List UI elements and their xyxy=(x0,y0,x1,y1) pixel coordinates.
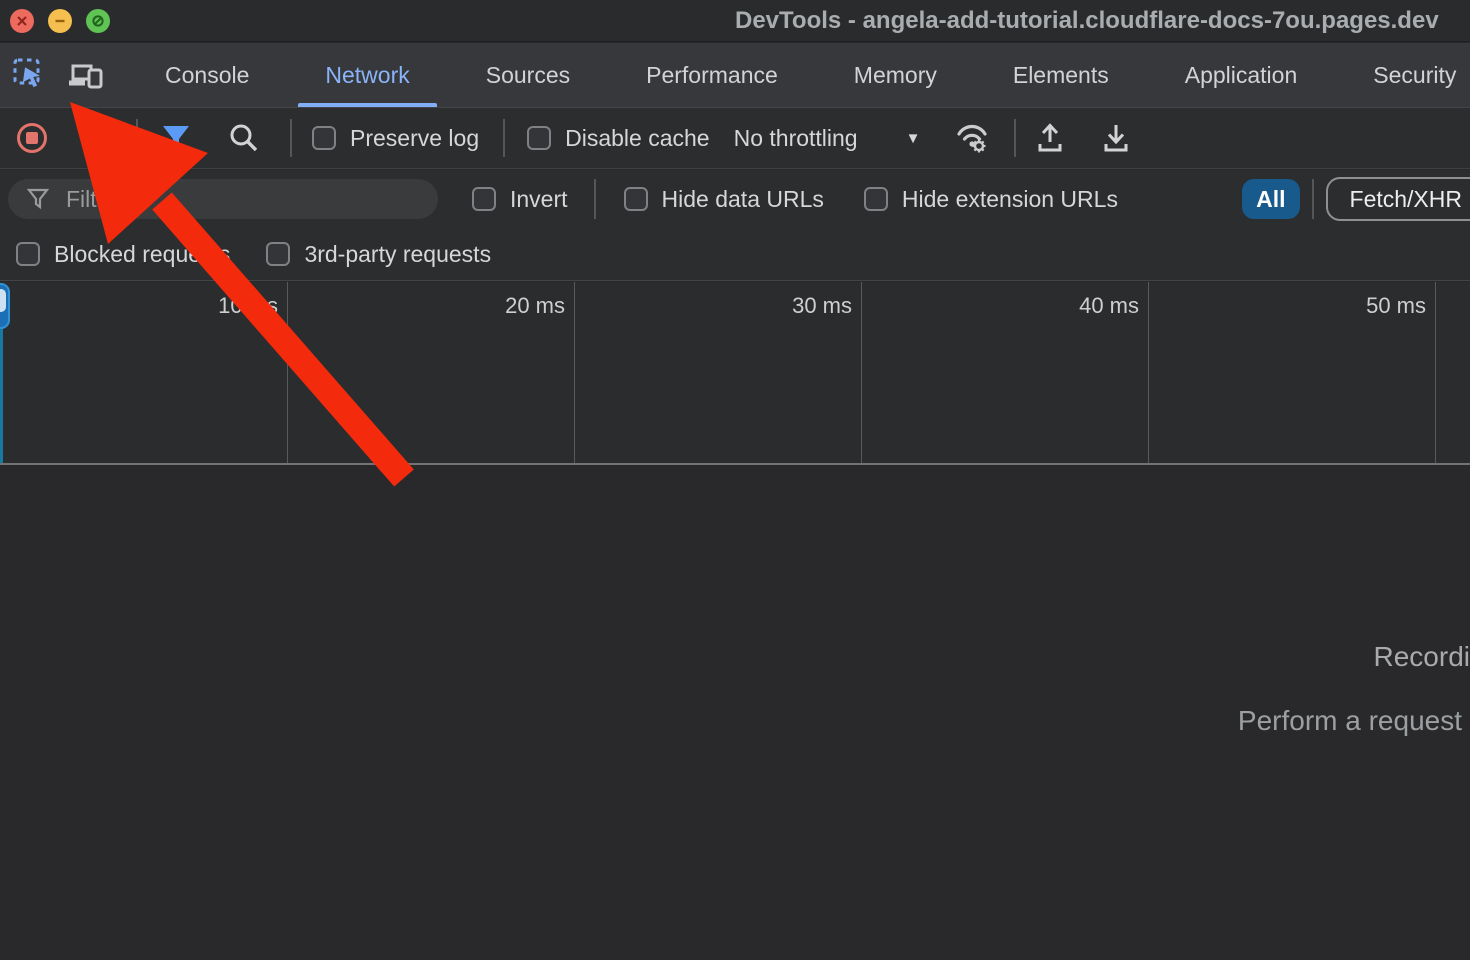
titlebar: DevTools - angela-add-tutorial.cloudflar… xyxy=(0,0,1470,42)
timeline-tick-50ms: 50 ms xyxy=(1366,293,1426,319)
window-title: DevTools - angela-add-tutorial.cloudflar… xyxy=(735,7,1439,35)
clear-icon[interactable] xyxy=(72,116,116,160)
toolbar-separator xyxy=(290,119,292,157)
funnel-outline-icon xyxy=(26,187,50,211)
timeline-divider xyxy=(1148,282,1149,463)
network-toolbar: Preserve log Disable cache No throttling… xyxy=(0,108,1470,169)
preserve-log-checkbox[interactable] xyxy=(312,126,336,150)
timeline-tick-30ms: 30 ms xyxy=(792,293,852,319)
network-overview-timeline[interactable]: 10 ms 20 ms 30 ms 40 ms 50 ms xyxy=(0,282,1470,465)
timeline-divider xyxy=(287,282,288,463)
toolbar-separator xyxy=(136,119,138,157)
timeline-drag-handle[interactable] xyxy=(0,283,10,329)
toolbar-separator xyxy=(594,179,596,219)
inspect-element-icon[interactable] xyxy=(12,53,48,97)
tab-security[interactable]: Security xyxy=(1338,43,1470,107)
timeline-tick-40ms: 40 ms xyxy=(1079,293,1139,319)
traffic-lights xyxy=(10,9,110,33)
export-har-icon[interactable] xyxy=(1094,116,1138,160)
hide-data-urls-label: Hide data URLs xyxy=(662,186,824,213)
chevron-down-icon: ▼ xyxy=(906,130,921,147)
tab-performance[interactable]: Performance xyxy=(611,43,813,107)
search-icon[interactable] xyxy=(222,116,266,160)
filter-all-label: All xyxy=(1256,186,1285,213)
zoom-icon[interactable] xyxy=(86,9,110,33)
filter-all-button[interactable]: All xyxy=(1242,179,1299,219)
filter-fetch-xhr-label: Fetch/XHR xyxy=(1350,186,1462,213)
toolbar-separator xyxy=(503,119,505,157)
third-party-requests-label: 3rd-party requests xyxy=(304,241,491,268)
preserve-log-label: Preserve log xyxy=(350,125,479,152)
disable-cache-label: Disable cache xyxy=(565,125,709,152)
panel-tabs: Console Network Sources Performance Memo… xyxy=(130,43,1470,107)
filter-funnel-icon[interactable] xyxy=(154,116,198,160)
hide-data-urls-checkbox[interactable] xyxy=(624,187,648,211)
timeline-divider xyxy=(574,282,575,463)
devtools-tabbar: Console Network Sources Performance Memo… xyxy=(0,43,1470,108)
minimize-icon[interactable] xyxy=(48,9,72,33)
hide-extension-urls-checkbox[interactable] xyxy=(864,187,888,211)
hide-extension-urls-label: Hide extension URLs xyxy=(902,186,1118,213)
close-icon[interactable] xyxy=(10,9,34,33)
invert-checkbox[interactable] xyxy=(472,187,496,211)
toolbar-separator xyxy=(1014,119,1016,157)
toolbar-separator xyxy=(1312,179,1314,219)
blocked-requests-label: Blocked requests xyxy=(54,241,230,268)
perform-request-hint-text: Perform a request xyxy=(1238,705,1462,737)
blocked-requests-checkbox[interactable] xyxy=(16,242,40,266)
timeline-divider xyxy=(861,282,862,463)
throttling-select[interactable]: No throttling ▼ xyxy=(734,125,921,152)
timeline-tick-10ms: 10 ms xyxy=(218,293,278,319)
tab-memory[interactable]: Memory xyxy=(819,43,972,107)
tab-console[interactable]: Console xyxy=(130,43,284,107)
disable-cache-checkbox[interactable] xyxy=(527,126,551,150)
requests-panel-empty: Recordi Perform a request xyxy=(0,467,1470,960)
timeline-divider xyxy=(1435,282,1436,463)
timeline-drag-handle-grip xyxy=(0,289,6,312)
network-conditions-icon[interactable] xyxy=(950,116,994,160)
record-button[interactable] xyxy=(10,116,54,160)
tab-application[interactable]: Application xyxy=(1150,43,1333,107)
filter-row-2: Blocked requests 3rd-party requests xyxy=(0,228,1470,281)
tab-elements[interactable]: Elements xyxy=(978,43,1144,107)
invert-label: Invert xyxy=(510,186,568,213)
throttling-value: No throttling xyxy=(734,125,858,152)
timeline-selection-edge xyxy=(0,328,3,463)
filter-fetch-xhr-button[interactable]: Fetch/XHR xyxy=(1326,177,1470,221)
filter-placeholder: Filter xyxy=(66,186,117,213)
tab-sources[interactable]: Sources xyxy=(451,43,605,107)
tab-network[interactable]: Network xyxy=(290,43,444,107)
third-party-requests-checkbox[interactable] xyxy=(266,242,290,266)
timeline-tick-20ms: 20 ms xyxy=(505,293,565,319)
filter-row: Filter Invert Hide data URLs Hide extens… xyxy=(0,170,1470,228)
devtools-window: DevTools - angela-add-tutorial.cloudflar… xyxy=(0,0,1470,960)
import-har-icon[interactable] xyxy=(1028,116,1072,160)
device-toolbar-icon[interactable] xyxy=(66,53,104,97)
filter-input[interactable]: Filter xyxy=(8,179,438,219)
recording-status-text: Recordi xyxy=(1374,641,1470,673)
